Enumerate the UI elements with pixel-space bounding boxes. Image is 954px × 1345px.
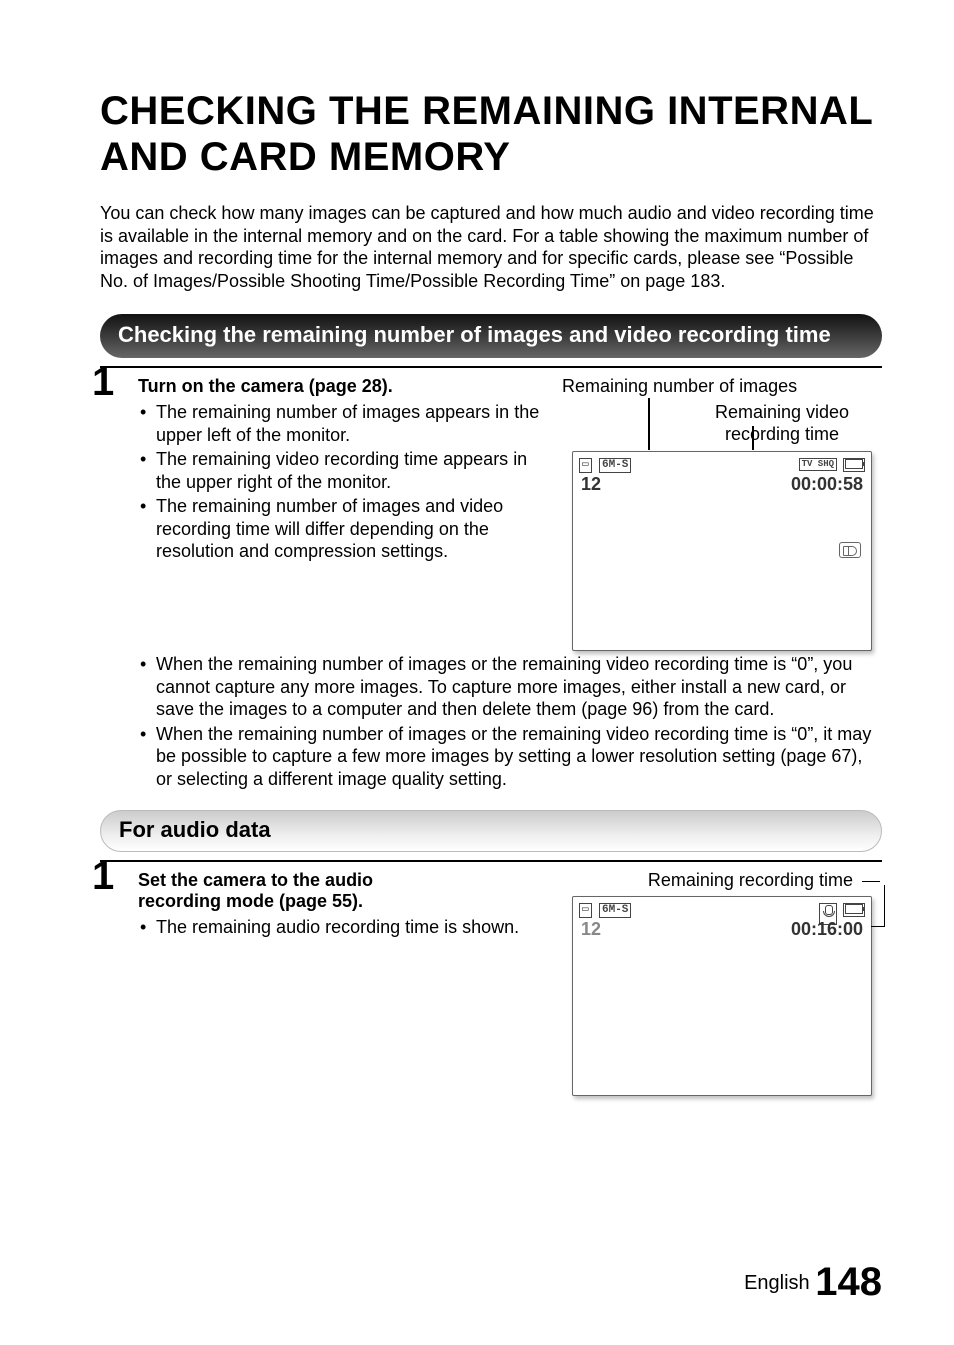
callout-remaining-audio: Remaining recording time bbox=[648, 870, 853, 890]
section-heading-memory: Checking the remaining number of images … bbox=[100, 314, 882, 358]
video-quality-indicator: TV SHQ bbox=[799, 458, 837, 471]
leader-line bbox=[648, 398, 650, 450]
page-title: CHECKING THE REMAINING INTERNAL AND CARD… bbox=[100, 88, 882, 180]
leader-line bbox=[884, 885, 886, 927]
leader-line bbox=[862, 881, 880, 883]
card-icon: ▭ bbox=[579, 903, 592, 918]
remaining-images-count: 12 bbox=[581, 474, 601, 495]
divider bbox=[100, 860, 882, 862]
remaining-video-time: 00:00:58 bbox=[791, 474, 863, 495]
callout-remaining-images: Remaining number of images bbox=[562, 376, 882, 398]
step-1-audio: 1 Set the camera to the audio recording … bbox=[100, 870, 882, 1096]
footer-language: English bbox=[744, 1272, 810, 1294]
resolution-indicator: 6M-S bbox=[599, 903, 631, 918]
callout-remaining-video-l2: recording time bbox=[725, 424, 839, 444]
bullet-item: The remaining audio recording time is sh… bbox=[138, 916, 544, 939]
audio-mode-icon bbox=[839, 542, 861, 563]
step-1-memory: 1 Turn on the camera (page 28). The rema… bbox=[100, 376, 882, 790]
camera-screen-audio: ▭ 6M-S 12 00:16:00 bbox=[572, 896, 872, 1096]
section-heading-audio: For audio data bbox=[100, 810, 882, 852]
page-number: 148 bbox=[815, 1260, 882, 1304]
bullet-item: The remaining video recording time appea… bbox=[138, 448, 544, 493]
callout-remaining-video-l1: Remaining video bbox=[715, 402, 849, 422]
page-footer: English 148 bbox=[744, 1260, 882, 1305]
camera-screen-memory: ▭ 6M-S 12 TV SHQ 00:00:58 bbox=[572, 451, 872, 651]
bullet-item: When the remaining number of images or t… bbox=[138, 723, 882, 791]
step-number: 1 bbox=[92, 854, 114, 899]
resolution-indicator: 6M-S bbox=[599, 458, 631, 473]
leader-line bbox=[752, 426, 754, 450]
intro-paragraph: You can check how many images can be cap… bbox=[100, 202, 882, 292]
step-number: 1 bbox=[92, 360, 114, 405]
step-title: Set the camera to the audio recording mo… bbox=[138, 870, 438, 912]
step-title: Turn on the camera (page 28). bbox=[138, 376, 544, 397]
bullet-item: The remaining number of images appears i… bbox=[138, 401, 544, 446]
remaining-images-count: 12 bbox=[581, 919, 601, 940]
bullet-item: When the remaining number of images or t… bbox=[138, 653, 882, 721]
card-icon: ▭ bbox=[579, 458, 592, 473]
battery-icon bbox=[843, 903, 865, 917]
divider bbox=[100, 366, 882, 368]
bullet-item: The remaining number of images and video… bbox=[138, 495, 544, 563]
remaining-audio-time: 00:16:00 bbox=[791, 919, 863, 940]
battery-icon bbox=[843, 458, 865, 472]
